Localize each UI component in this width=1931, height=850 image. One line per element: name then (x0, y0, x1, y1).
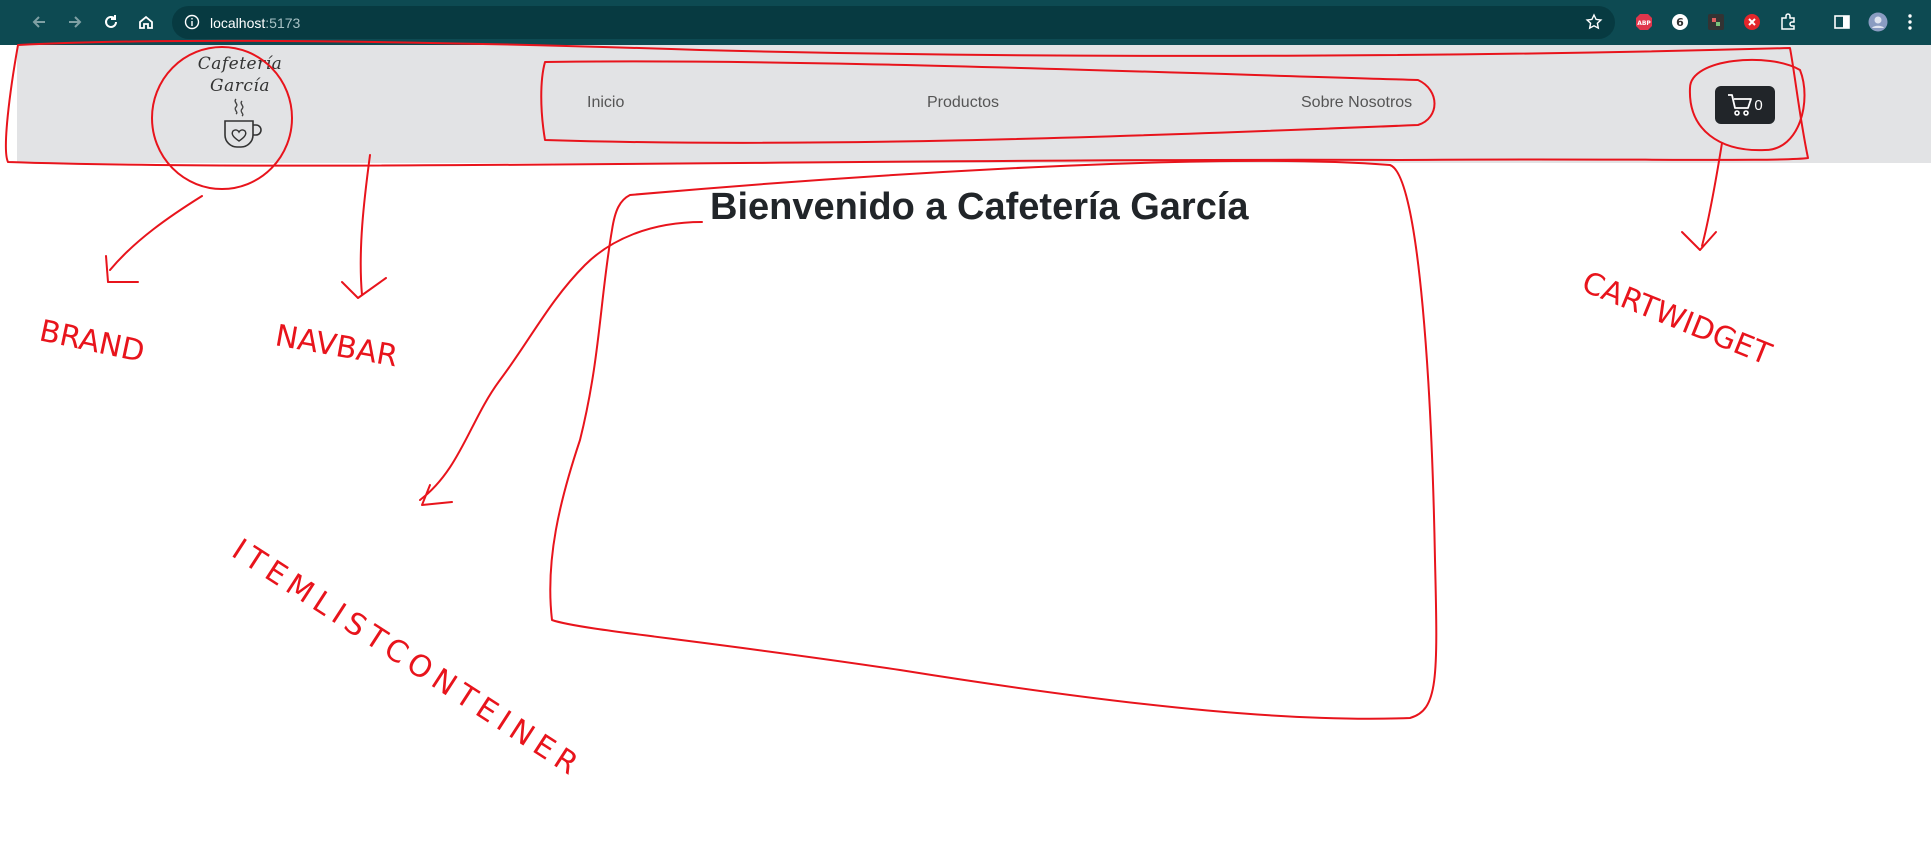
annotation-navbar: NAVBAR (273, 318, 401, 374)
navbar-arrow (341, 154, 387, 299)
brand-logo[interactable]: Cafetería García (177, 53, 303, 157)
extensions-puzzle-icon[interactable] (1778, 12, 1798, 32)
brand-name-line2: García (210, 76, 270, 96)
annotation-cartwidget: CARTWIDGET (1577, 265, 1777, 373)
nav-link-productos[interactable]: Productos (927, 94, 999, 112)
forward-icon[interactable] (63, 10, 87, 34)
browser-toolbar: localhost:5173 ABP 6 (0, 0, 1931, 45)
url-port: :5173 (265, 15, 301, 31)
page-title: Bienvenido a Cafetería García (710, 186, 1249, 228)
bookmark-star-icon[interactable] (1585, 13, 1603, 36)
annotation-item-list-container: ITEMLISTCONTEINER (226, 532, 589, 785)
home-icon[interactable] (134, 10, 158, 34)
cart-icon (1728, 94, 1753, 116)
url-text: localhost:5173 (210, 15, 300, 31)
brand-arrow (105, 195, 203, 283)
coffee-cup-icon (224, 98, 262, 148)
nav-link-sobre-nosotros[interactable]: Sobre Nosotros (1301, 94, 1412, 112)
annotation-brand: BRAND (36, 314, 147, 370)
side-panel-icon[interactable] (1832, 12, 1852, 32)
app-navbar: Cafetería García Inicio Productos Sobre … (17, 45, 1931, 163)
extension-puzzle-dark-icon[interactable] (1706, 12, 1726, 32)
reload-icon[interactable] (99, 10, 123, 34)
site-info-icon[interactable] (184, 14, 200, 35)
nav-link-inicio[interactable]: Inicio (587, 94, 624, 112)
more-menu-icon[interactable] (1900, 12, 1920, 32)
svg-text:ABP: ABP (1637, 20, 1651, 27)
svg-text:6: 6 (1676, 16, 1684, 29)
adblock-plus-icon[interactable]: ABP (1634, 12, 1654, 32)
extension-x-icon[interactable] (1742, 12, 1762, 32)
profile-avatar-icon[interactable] (1868, 12, 1888, 32)
cart-count: 0 (1754, 96, 1763, 114)
extension-6-icon[interactable]: 6 (1670, 12, 1690, 32)
item-list-outline (549, 159, 1438, 720)
address-bar[interactable]: localhost:5173 (172, 6, 1615, 39)
item-list-arrow (419, 221, 703, 506)
brand-name-line1: Cafetería (197, 54, 283, 74)
url-host: localhost (210, 15, 266, 31)
cart-widget-button[interactable]: 0 (1715, 86, 1775, 124)
back-icon[interactable] (27, 10, 51, 34)
